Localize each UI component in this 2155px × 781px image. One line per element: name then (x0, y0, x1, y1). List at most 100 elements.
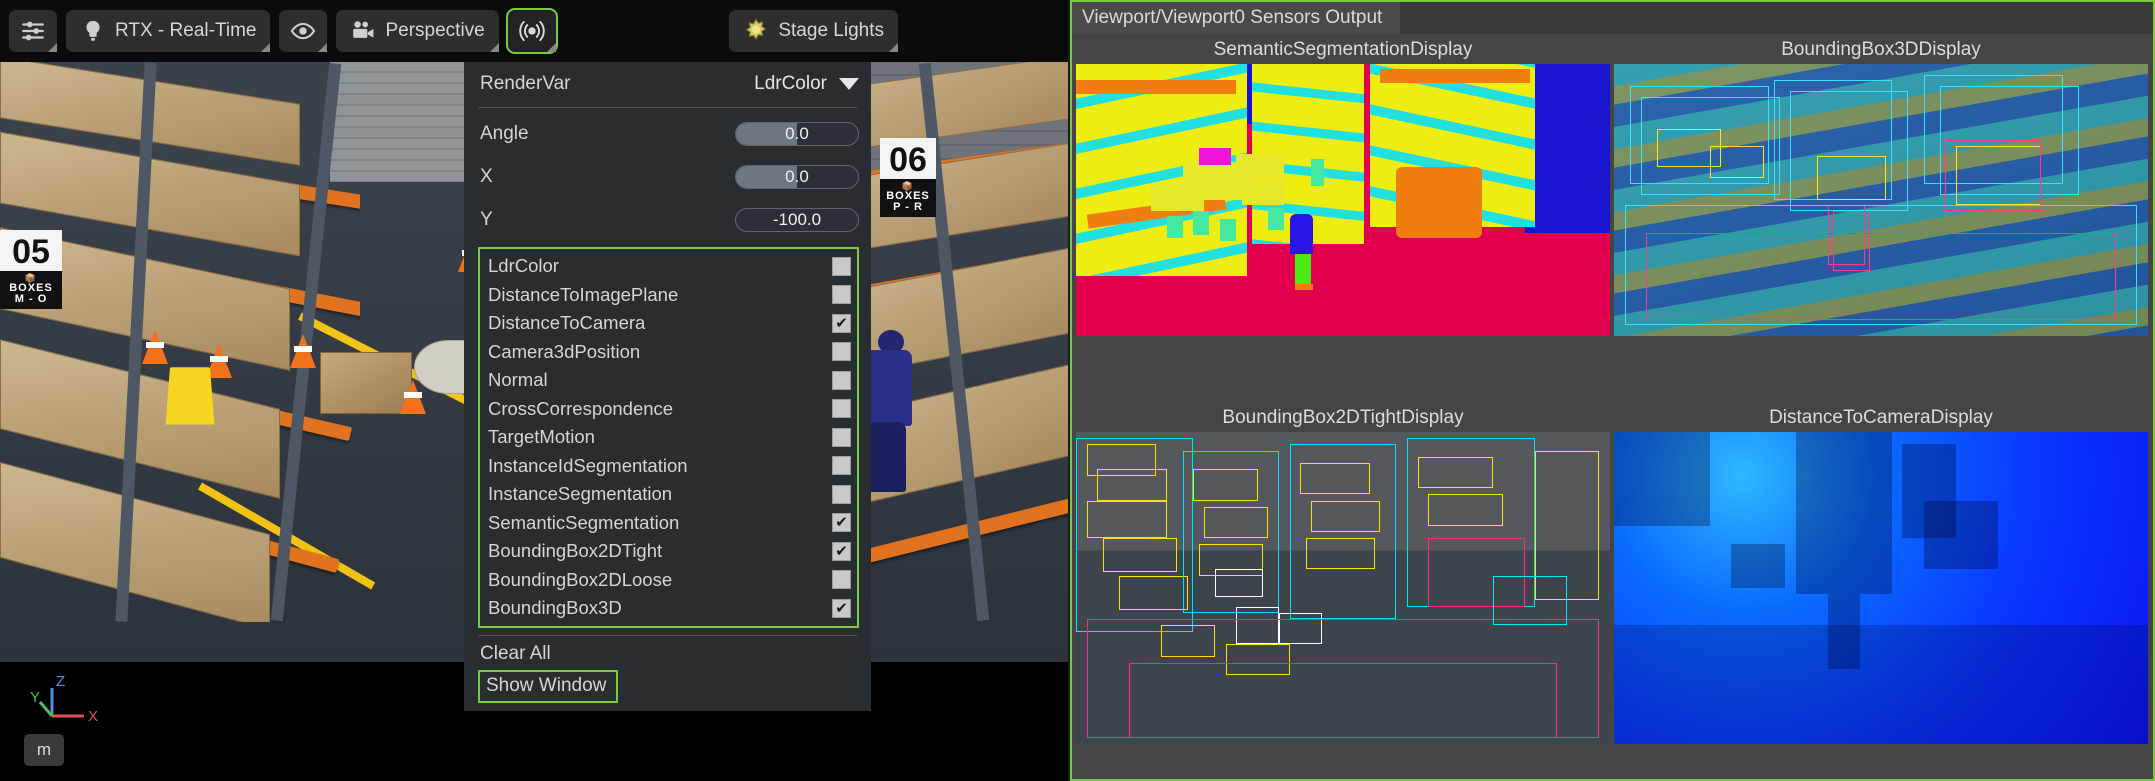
traffic-cone-4 (142, 330, 168, 364)
render-var-value: LdrColor (754, 73, 827, 95)
annotator-checkbox-boundingbox2dtight[interactable]: ✔ (832, 542, 851, 561)
x-label: X (480, 166, 493, 188)
aisle-sign-06-block: 📦 BOXES P - R (880, 179, 936, 217)
scene-box-5 (320, 352, 412, 414)
aisle-sign-05: 05 📦 BOXES M - O (0, 230, 62, 309)
visibility-button[interactable] (279, 10, 327, 52)
annotator-item-instanceidsegmentation[interactable]: InstanceIdSegmentation (480, 452, 857, 481)
annotator-item-crosscorrespondence[interactable]: CrossCorrespondence (480, 395, 857, 424)
annotator-label: BoundingBox3D (488, 597, 622, 619)
annotator-item-boundingbox3d[interactable]: BoundingBox3D ✔ (480, 594, 857, 623)
annotator-item-semanticsegmentation[interactable]: SemanticSegmentation ✔ (480, 509, 857, 538)
render-settings-button[interactable] (9, 10, 57, 52)
render-var-label: RenderVar (480, 73, 570, 95)
chevron-down-icon[interactable] (839, 78, 859, 90)
render-var-row[interactable]: RenderVar LdrColor (464, 62, 871, 105)
annotator-label: TargetMotion (488, 426, 595, 448)
annotator-item-ldrcolor[interactable]: LdrColor (480, 252, 857, 281)
viewport-toolbar: RTX - Real-Time Perspective (0, 0, 1068, 62)
annotator-checklist: LdrColor DistanceToImagePlane DistanceTo… (478, 247, 859, 628)
sensors-window-titlebar[interactable]: Viewport/Viewport0 Sensors Output (1072, 2, 2153, 34)
angle-label: Angle (480, 123, 529, 145)
clear-all-button[interactable]: Clear All (464, 638, 871, 670)
angle-slider-row[interactable]: Angle 0.0 (464, 112, 871, 155)
y-slider[interactable]: -100.0 (735, 208, 859, 232)
y-label: Y (480, 209, 493, 231)
aisle-sign-06-number: 06 (880, 138, 936, 179)
annotator-label: DistanceToCamera (488, 312, 645, 334)
annotator-item-distancetoimageplane[interactable]: DistanceToImagePlane (480, 281, 857, 310)
y-value: -100.0 (773, 210, 821, 230)
annotator-checkbox-semanticsegmentation[interactable]: ✔ (832, 513, 851, 532)
x-value: 0.0 (785, 167, 809, 187)
panel-divider-1 (478, 107, 857, 108)
annotator-item-targetmotion[interactable]: TargetMotion (480, 423, 857, 452)
movie-camera-icon (350, 18, 376, 44)
annotator-checkbox-normal[interactable] (832, 371, 851, 390)
svg-text:Y: Y (30, 689, 40, 706)
annotator-checkbox-distancetocamera[interactable]: ✔ (832, 314, 851, 333)
annotator-item-distancetocamera[interactable]: DistanceToCamera ✔ (480, 309, 857, 338)
angle-slider[interactable]: 0.0 (735, 122, 859, 146)
bounding-box-2d-tight-display[interactable]: BoundingBox2DTightDisplay (1076, 404, 1610, 744)
annotator-item-camera3dposition[interactable]: Camera3dPosition (480, 338, 857, 367)
x-slider[interactable]: 0.0 (735, 165, 859, 189)
stage-lights-label: Stage Lights (778, 20, 884, 42)
annotator-checkbox-boundingbox3d[interactable]: ✔ (832, 599, 851, 618)
semantic-segmentation-display[interactable]: SemanticSegmentationDisplay (1076, 36, 1610, 336)
viewport-pane: RTX - Real-Time Perspective (0, 0, 1068, 781)
bounding-box-3d-image (1614, 64, 2148, 336)
annotator-checkbox-instanceidsegmentation[interactable] (832, 456, 851, 475)
distance-to-camera-image (1614, 432, 2148, 744)
annotator-label: DistanceToImagePlane (488, 284, 678, 306)
bounding-box-3d-display[interactable]: BoundingBox3DDisplay (1614, 36, 2148, 336)
camera-mode-label: Perspective (385, 20, 484, 42)
annotator-item-instancesegmentation[interactable]: InstanceSegmentation (480, 480, 857, 509)
annotator-label: SemanticSegmentation (488, 512, 679, 534)
annotator-label: Normal (488, 369, 548, 391)
annotator-label: Camera3dPosition (488, 341, 640, 363)
annotator-label: InstanceSegmentation (488, 483, 672, 505)
annotator-item-boundingbox2dloose[interactable]: BoundingBox2DLoose (480, 566, 857, 595)
svg-text:Z: Z (56, 674, 65, 690)
annotator-checkbox-ldrcolor[interactable] (832, 257, 851, 276)
annotator-checkbox-instancesegmentation[interactable] (832, 485, 851, 504)
show-window-button[interactable]: Show Window (478, 670, 618, 703)
sensor-broadcast-icon (519, 18, 545, 44)
y-slider-row[interactable]: Y -100.0 (464, 198, 871, 241)
sliders-icon (20, 18, 46, 44)
annotator-label: BoundingBox2DLoose (488, 569, 672, 591)
bounding-box-2d-tight-display-title: BoundingBox2DTightDisplay (1076, 404, 1610, 432)
annotator-checkbox-targetmotion[interactable] (832, 428, 851, 447)
sensors-button[interactable] (508, 10, 556, 52)
stage-lights-button[interactable]: Stage Lights (729, 10, 898, 52)
annotator-item-normal[interactable]: Normal (480, 366, 857, 395)
x-slider-row[interactable]: X 0.0 (464, 155, 871, 198)
annotator-item-boundingbox2dtight[interactable]: BoundingBox2DTight ✔ (480, 537, 857, 566)
aisle-sign-05-range: M - O (15, 293, 48, 305)
distance-to-camera-display-title: DistanceToCameraDisplay (1614, 404, 2148, 432)
lightbulb-icon (80, 18, 106, 44)
isaac-sim-window: RTX - Real-Time Perspective (0, 0, 2155, 781)
annotator-checkbox-boundingbox2dloose[interactable] (832, 570, 851, 589)
sensors-output-window: Viewport/Viewport0 Sensors Output Semant… (1070, 0, 2155, 781)
svg-text:X: X (88, 708, 98, 725)
render-mode-button[interactable]: RTX - Real-Time (66, 10, 270, 52)
wet-floor-sign (166, 367, 215, 424)
render-mode-label: RTX - Real-Time (115, 20, 256, 42)
axis-gizmo-icon: Z X Y (30, 674, 110, 734)
worker-legs (868, 422, 906, 492)
semantic-segmentation-image (1076, 64, 1610, 336)
distance-to-camera-display[interactable]: DistanceToCameraDisplay (1614, 404, 2148, 744)
camera-mode-button[interactable]: Perspective (336, 10, 498, 52)
traffic-cone-7 (400, 380, 426, 414)
bounding-box-2d-tight-image (1076, 432, 1610, 744)
annotator-checkbox-distancetoimageplane[interactable] (832, 285, 851, 304)
annotator-checkbox-crosscorrespondence[interactable] (832, 399, 851, 418)
traffic-cone-6 (290, 334, 316, 368)
eye-icon (290, 18, 316, 44)
annotator-label: InstanceIdSegmentation (488, 455, 688, 477)
annotator-checkbox-camera3dposition[interactable] (832, 342, 851, 361)
aisle-sign-05-number: 05 (0, 230, 62, 271)
unit-button[interactable]: m (24, 734, 64, 766)
